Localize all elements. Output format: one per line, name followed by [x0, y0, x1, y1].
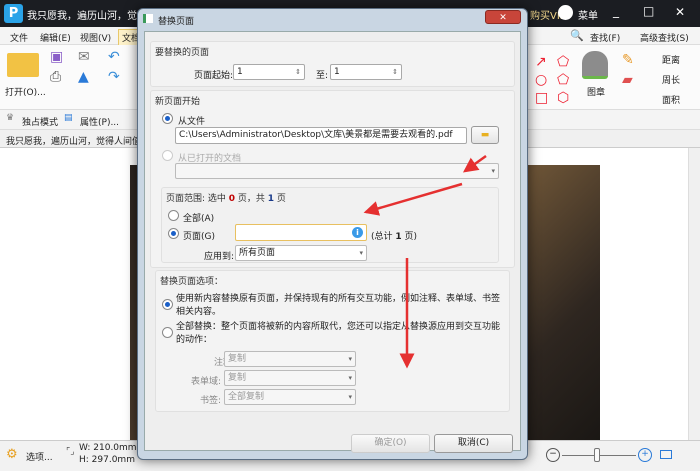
arrow-to-pages-input — [363, 182, 463, 216]
arrow-to-browse — [462, 154, 487, 173]
annotation-arrows — [363, 154, 487, 369]
